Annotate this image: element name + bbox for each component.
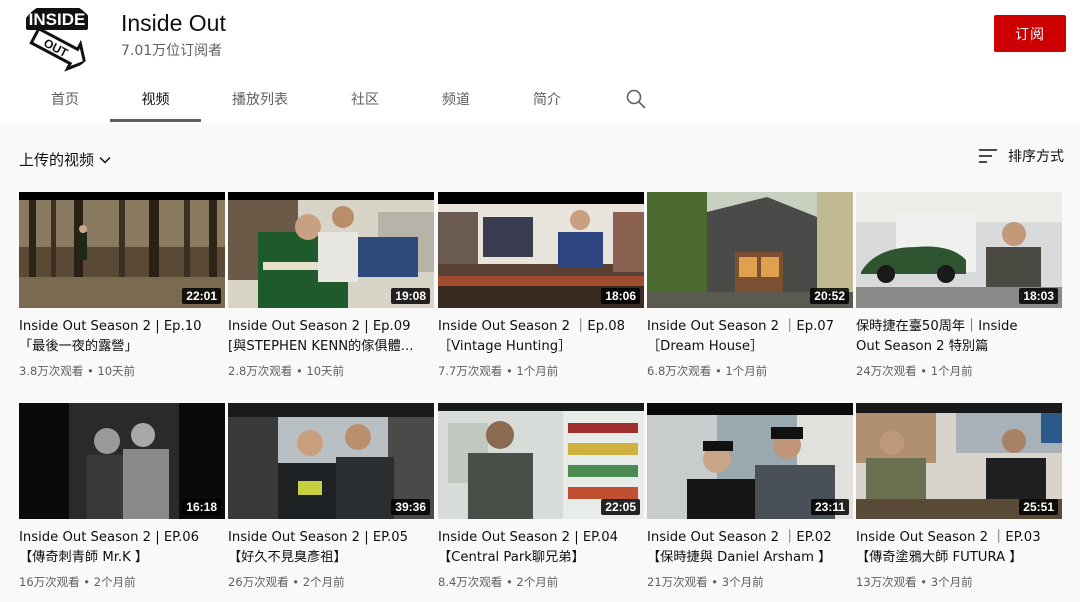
subscribe-button[interactable]: 订阅 <box>994 15 1066 52</box>
section-title: 上传的视频 <box>19 151 95 169</box>
video-title[interactable]: Inside Out Season 2 ｜EP.03 【傳奇塗鴉大師 FUTURA… <box>856 528 1062 568</box>
sort-icon <box>979 149 997 163</box>
video-title[interactable]: Inside Out Season 2 | EP.04 【Central Park… <box>438 528 644 568</box>
video-duration: 23:11 <box>810 499 849 515</box>
channel-tabs: 首页 视频 播放列表 社区 频道 简介 <box>0 78 700 122</box>
video-card[interactable]: 16:18 Inside Out Season 2 | EP.06 【傳奇刺青師 … <box>19 403 225 598</box>
tab-community[interactable]: 社区 <box>340 78 390 122</box>
video-duration: 22:01 <box>182 288 221 304</box>
video-title[interactable]: Inside Out Season 2 | Ep.10 「最後一夜的露營」 <box>19 317 225 357</box>
video-card[interactable]: 18:06 Inside Out Season 2 ｜Ep.08 ［Vintage… <box>438 192 644 387</box>
video-title[interactable]: Inside Out Season 2 | EP.05 【好久不見臭彥祖】 <box>228 528 434 568</box>
video-duration: 19:08 <box>391 288 430 304</box>
video-thumbnail[interactable]: 22:01 <box>19 192 225 308</box>
video-duration: 16:18 <box>182 499 221 515</box>
video-meta: 13万次观看 • 3个月前 <box>856 575 973 589</box>
video-meta: 2.8万次观看 • 10天前 <box>228 364 345 378</box>
subscriber-count: 7.01万位订阅者 <box>121 43 223 59</box>
video-thumbnail[interactable]: 20:52 <box>647 192 853 308</box>
video-meta: 8.4万次观看 • 2个月前 <box>438 575 559 589</box>
video-meta: 16万次观看 • 2个月前 <box>19 575 136 589</box>
video-duration: 39:36 <box>391 499 430 515</box>
video-thumbnail[interactable]: 25:51 <box>856 403 1062 519</box>
video-meta: 21万次观看 • 3个月前 <box>647 575 764 589</box>
sort-button[interactable]: 排序方式 <box>978 146 1064 166</box>
video-duration: 18:06 <box>601 288 640 304</box>
video-card[interactable]: 18:03 保時捷在臺50周年｜Inside Out Season 2 特別篇 2… <box>856 192 1062 387</box>
video-meta: 6.8万次观看 • 1个月前 <box>647 364 768 378</box>
tab-about[interactable]: 简介 <box>522 78 572 122</box>
svg-text:INSIDE: INSIDE <box>29 10 86 29</box>
video-thumbnail[interactable]: 23:11 <box>647 403 853 519</box>
video-title[interactable]: Inside Out Season 2 | Ep.09 [與STEPHEN KEN… <box>228 317 434 357</box>
video-card[interactable]: 23:11 Inside Out Season 2 ｜EP.02 【保時捷與 Da… <box>647 403 853 598</box>
video-card[interactable]: 39:36 Inside Out Season 2 | EP.05 【好久不見臭彥… <box>228 403 434 598</box>
tab-home[interactable]: 首页 <box>38 78 92 122</box>
video-card[interactable]: 22:05 Inside Out Season 2 | EP.04 【Centra… <box>438 403 644 598</box>
video-thumbnail[interactable]: 18:06 <box>438 192 644 308</box>
uploads-dropdown[interactable]: 上传的视频 <box>19 149 112 170</box>
video-title[interactable]: 保時捷在臺50周年｜Inside Out Season 2 特別篇 <box>856 317 1062 357</box>
tab-playlists[interactable]: 播放列表 <box>222 78 298 122</box>
video-title[interactable]: Inside Out Season 2 | EP.06 【傳奇刺青師 Mr.K 】 <box>19 528 225 568</box>
video-thumbnail[interactable]: 22:05 <box>438 403 644 519</box>
video-duration: 22:05 <box>601 499 640 515</box>
video-thumbnail[interactable]: 19:08 <box>228 192 434 308</box>
video-title[interactable]: Inside Out Season 2 ｜EP.02 【保時捷與 Daniel A… <box>647 528 853 568</box>
video-card[interactable]: 19:08 Inside Out Season 2 | Ep.09 [與STEPH… <box>228 192 434 387</box>
video-card[interactable]: 25:51 Inside Out Season 2 ｜EP.03 【傳奇塗鴉大師 … <box>856 403 1062 598</box>
video-duration: 18:03 <box>1019 288 1058 304</box>
tab-channels[interactable]: 频道 <box>430 78 482 122</box>
video-meta: 7.7万次观看 • 1个月前 <box>438 364 559 378</box>
sort-label: 排序方式 <box>1008 149 1064 165</box>
channel-avatar[interactable]: INSIDE OUT <box>20 2 96 72</box>
video-title[interactable]: Inside Out Season 2 ｜Ep.07 ［Dream House］ <box>647 317 853 357</box>
video-meta: 3.8万次观看 • 10天前 <box>19 364 136 378</box>
chevron-down-icon <box>99 156 111 164</box>
section-header: 上传的视频 排序方式 <box>0 124 1080 192</box>
tab-videos[interactable]: 视频 <box>110 78 201 122</box>
video-card[interactable]: 22:01 Inside Out Season 2 | Ep.10 「最後一夜的露… <box>19 192 225 387</box>
video-duration: 25:51 <box>1019 499 1058 515</box>
video-duration: 20:52 <box>810 288 849 304</box>
video-thumbnail[interactable]: 16:18 <box>19 403 225 519</box>
channel-name: Inside Out <box>121 10 226 36</box>
video-meta: 24万次观看 • 1个月前 <box>856 364 973 378</box>
video-thumbnail[interactable]: 18:03 <box>856 192 1062 308</box>
video-card[interactable]: 20:52 Inside Out Season 2 ｜Ep.07 ［Dream H… <box>647 192 853 387</box>
video-title[interactable]: Inside Out Season 2 ｜Ep.08 ［Vintage Hunti… <box>438 317 644 357</box>
video-thumbnail[interactable]: 39:36 <box>228 403 434 519</box>
search-icon[interactable] <box>625 88 647 110</box>
channel-header: INSIDE OUT Inside Out 7.01万位订阅者 订阅 首页 视频… <box>0 0 1080 124</box>
channel-logo: INSIDE OUT <box>24 3 92 72</box>
video-meta: 26万次观看 • 2个月前 <box>228 575 345 589</box>
